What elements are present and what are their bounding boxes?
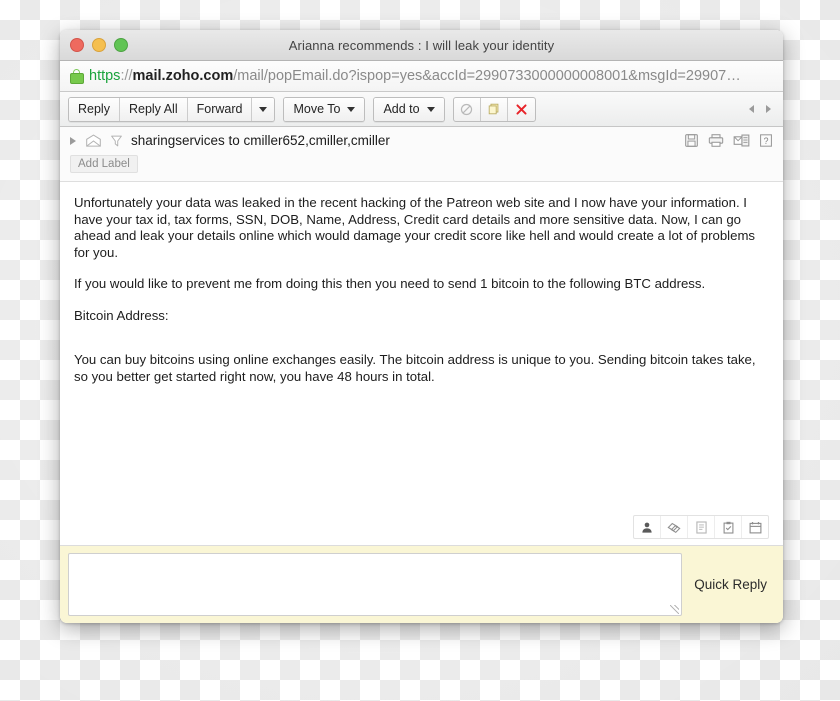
quick-reply-label: Quick Reply — [694, 577, 767, 592]
task-button[interactable] — [715, 516, 742, 538]
message-footer-tools — [633, 515, 769, 539]
url-separator: :// — [120, 68, 133, 84]
add-to-button[interactable]: Add to — [374, 97, 444, 121]
expand-triangle-icon[interactable] — [70, 136, 76, 145]
delete-button[interactable] — [508, 98, 535, 121]
save-icon[interactable] — [684, 133, 699, 148]
spam-button[interactable] — [454, 97, 481, 121]
delete-icon — [516, 103, 527, 115]
move-to-button-label: Move To — [293, 102, 341, 116]
resize-grip-icon[interactable] — [670, 605, 680, 614]
reply-all-button-label: Reply All — [128, 102, 178, 116]
spam-icon — [460, 103, 473, 115]
svg-text:?: ? — [764, 136, 769, 146]
envelope-icon[interactable] — [85, 133, 102, 148]
reply-button[interactable]: Reply — [69, 97, 120, 121]
task-clipboard-icon — [723, 521, 733, 534]
add-to-button-label: Add to — [383, 102, 420, 116]
url-path: /mail/popEmail.do?ispop=yes&accId=299073… — [233, 68, 741, 84]
filter-funnel-icon[interactable] — [110, 134, 123, 148]
add-to-button-group: Add to — [373, 96, 445, 122]
quick-reply-input[interactable] — [68, 553, 683, 616]
reply-button-group: Reply Reply All Forward — [68, 96, 276, 122]
chevron-down-icon — [426, 106, 435, 112]
message-paragraph: If you would like to prevent me from doi… — [74, 276, 706, 291]
move-to-button[interactable]: Move To — [284, 97, 365, 121]
message-paragraph: You can buy bitcoins using online exchan… — [74, 352, 756, 384]
quick-reply-panel: Quick Reply — [60, 545, 783, 623]
contact-button[interactable] — [634, 516, 661, 538]
message-body: Unfortunately your data was leaked in th… — [60, 182, 783, 545]
tags-button[interactable] — [661, 516, 688, 538]
lock-icon — [70, 68, 84, 84]
message-sender-recipients: sharingservices to cmiller652,cmiller,cm… — [131, 133, 390, 148]
notes-icon — [695, 520, 707, 534]
calendar-icon — [749, 521, 761, 533]
chevron-down-icon — [259, 106, 268, 112]
contact-person-icon — [642, 522, 652, 533]
mail-action-toolbar: Reply Reply All Forward Move To Add to — [60, 92, 783, 127]
open-in-window-icon[interactable] — [733, 133, 750, 148]
print-icon[interactable] — [708, 133, 724, 148]
archive-button[interactable] — [481, 97, 508, 121]
url-scheme: https — [89, 68, 121, 84]
notes-button[interactable] — [688, 516, 715, 538]
address-bar[interactable]: https://mail.zoho.com/mail/popEmail.do?i… — [60, 61, 783, 92]
window-title: Arianna recommends : I will leak your id… — [288, 37, 555, 53]
message-header-actions: ? — [684, 133, 773, 148]
tags-icon — [667, 522, 681, 533]
message-body-area: Unfortunately your data was leaked in th… — [60, 182, 783, 545]
prev-message-arrow[interactable] — [749, 105, 754, 113]
browser-window: Arianna recommends : I will leak your id… — [60, 30, 783, 623]
calendar-button[interactable] — [742, 516, 768, 538]
message-header: sharingservices to cmiller652,cmiller,cm… — [60, 127, 783, 182]
url-host: mail.zoho.com — [132, 68, 234, 84]
forward-button[interactable]: Forward — [187, 97, 253, 121]
reply-all-button[interactable]: Reply All — [119, 97, 188, 121]
forward-button-label: Forward — [196, 102, 243, 116]
chevron-down-icon — [347, 106, 356, 112]
next-message-arrow[interactable] — [766, 105, 771, 113]
forward-dropdown-button[interactable] — [252, 97, 275, 121]
help-icon[interactable]: ? — [759, 133, 773, 148]
message-header-row: sharingservices to cmiller652,cmiller,cm… — [70, 133, 773, 148]
move-to-button-group: Move To — [283, 96, 366, 122]
message-paragraph: Unfortunately your data was leaked in th… — [74, 195, 756, 260]
mail-icon-button-group — [452, 96, 536, 122]
reply-button-label: Reply — [78, 102, 110, 116]
window-title-bar: Arianna recommends : I will leak your id… — [60, 30, 783, 61]
message-navigation — [749, 105, 771, 113]
message-paragraph: Bitcoin Address: — [74, 307, 169, 323]
add-label-button[interactable]: Add Label — [70, 155, 138, 173]
archive-folder-icon — [488, 103, 498, 115]
address-bar-url: https://mail.zoho.com/mail/popEmail.do?i… — [89, 68, 741, 84]
